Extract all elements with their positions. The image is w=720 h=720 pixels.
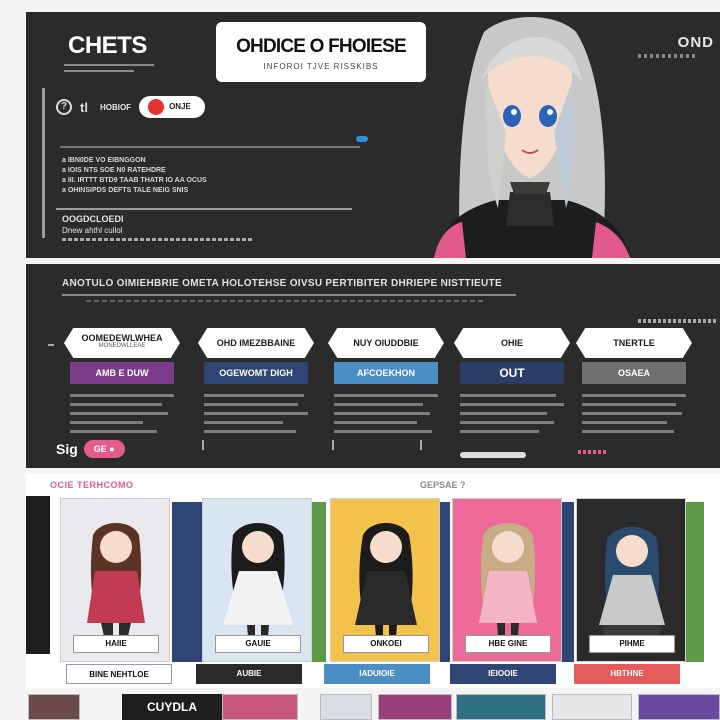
character-divider-band: [172, 502, 202, 662]
hero-text-lines: a IBN0DE VO EIBNGGON a IOIS NTS SOE N0 R…: [62, 156, 302, 196]
page: CHETS OHDICE O FHOIESE INFOROI TJVE RISS…: [0, 0, 720, 720]
character-name: HBE GINE: [465, 635, 551, 653]
option-chip[interactable]: AMB E DUW: [70, 362, 174, 384]
options-rail: [48, 344, 54, 346]
thumbnail[interactable]: [456, 694, 546, 720]
thumbnail-strip-label: CUYDLA: [122, 694, 222, 720]
thumbnail[interactable]: [320, 694, 372, 720]
character-card[interactable]: HBE GINE: [452, 498, 562, 662]
corner-label: OND: [677, 34, 714, 51]
badge-title: OHDICE O FHOIESE: [236, 36, 407, 57]
option-tab-label: OHIE: [500, 338, 523, 348]
thumbnail-strip: CUYDLA: [26, 694, 720, 720]
hero-line: a III. IRTTT BTD9 TAAB THATR IO AA OCUS: [62, 177, 207, 184]
option-tab-label: OHD IMEZBBAINE: [216, 338, 296, 348]
character-card[interactable]: ONKOEI: [330, 498, 440, 662]
hero-line: a IBN0DE VO EIBNGGON: [62, 157, 146, 164]
option-tab[interactable]: OHIE: [454, 328, 570, 358]
option-tab[interactable]: NUY OIUDDBIE: [328, 328, 444, 358]
slider-track: [60, 146, 360, 148]
option-tab[interactable]: TNERTLE: [576, 328, 692, 358]
character-card[interactable]: HAIIE: [60, 498, 170, 662]
option-body: [460, 394, 564, 433]
options-header: ANOTULO OIMIEHBRIE OMETA HOLOTEHSE OIVSU…: [62, 278, 502, 289]
hero-note-dots: [62, 238, 252, 241]
character-plate[interactable]: BINE NEHTLOE: [66, 664, 172, 684]
options-scrollbar[interactable]: [460, 452, 526, 458]
corner-dots: [638, 54, 698, 58]
option-body: [582, 394, 686, 433]
character-name: HAIIE: [73, 635, 159, 653]
character-plate[interactable]: IEIOOIE: [450, 664, 556, 684]
option-foot-tick: [420, 440, 422, 450]
option-chip[interactable]: OUT: [460, 362, 564, 384]
badge-subtitle: INFOROI TJVE RISSKIBS: [263, 62, 379, 71]
toggle-label: ONJE: [169, 102, 191, 111]
character-strip-title-2: GEPSAE ?: [420, 480, 466, 490]
hero-note-title: OOGDCLOEDI: [62, 214, 124, 224]
character-card[interactable]: GAUIE: [202, 498, 312, 662]
option-tab-sub: MONEDWLLEAE: [98, 343, 146, 349]
character-card[interactable]: PIHME: [576, 498, 686, 662]
hero-rail: [42, 88, 45, 238]
character-name: PIHME: [589, 635, 675, 653]
thumbnail[interactable]: [638, 694, 720, 720]
option-chip[interactable]: AFCOEKHON: [334, 362, 438, 384]
hero-slider[interactable]: [60, 132, 368, 148]
option-tab-label: TNERTLE: [613, 338, 655, 348]
option-card[interactable]: OOMEDEWLWHEA MONEDWLLEAE AMB E DUW: [64, 328, 180, 439]
character-strip: OCIE TERHCOMO GEPSAE ? HAIIE GAUIE ONKOE…: [26, 474, 720, 688]
slider-handle[interactable]: [356, 136, 368, 142]
option-card[interactable]: OHIE OUT: [454, 328, 570, 439]
option-foot-tick: [332, 440, 334, 450]
hero-note-sub: Dnew ahthl cullol: [62, 226, 123, 235]
option-body: [334, 394, 438, 433]
option-tab[interactable]: OOMEDEWLWHEA MONEDWLLEAE: [64, 328, 180, 358]
toggle-knob: [148, 99, 165, 115]
option-body: [70, 394, 174, 433]
hero-panel: CHETS OHDICE O FHOIESE INFOROI TJVE RISS…: [26, 12, 720, 258]
character-plate[interactable]: AUBIE: [196, 664, 302, 684]
title-badge[interactable]: OHDICE O FHOIESE INFOROI TJVE RISSKIBS: [216, 22, 426, 82]
hero-controls: ? tl HOBIOF ONJE: [56, 96, 206, 118]
character-portrait: [434, 17, 630, 258]
control-label: HOBIOF: [99, 102, 132, 112]
thumbnail[interactable]: [28, 694, 80, 720]
character-strip-title: OCIE TERHCOMO: [50, 480, 134, 490]
options-footer-label: Sig: [56, 441, 78, 457]
character-strip-side-bar: [26, 496, 50, 654]
hero-line: a IOIS NTS SOE N0 RATEHDRE: [62, 167, 166, 174]
option-chip[interactable]: OGEWOMT DIGH: [204, 362, 308, 384]
option-chip[interactable]: OSAEA: [582, 362, 686, 384]
option-tab-label: OOMEDEWLWHEA: [81, 333, 163, 343]
option-card[interactable]: TNERTLE OSAEA: [576, 328, 692, 439]
option-card[interactable]: OHD IMEZBBAINE OGEWOMT DIGH: [198, 328, 314, 439]
options-footer-pill[interactable]: GE ●: [83, 440, 125, 458]
character-name: GAUIE: [215, 635, 301, 653]
thumbnail[interactable]: [552, 694, 632, 720]
app-title: CHETS: [68, 32, 147, 59]
help-icon[interactable]: ?: [56, 99, 72, 115]
thumbnail[interactable]: [378, 694, 452, 720]
toggle-switch[interactable]: ONJE: [139, 96, 206, 118]
option-tab[interactable]: OHD IMEZBBAINE: [198, 328, 314, 358]
app-subtitle-lines: [64, 64, 164, 84]
character-name: ONKOEI: [343, 635, 429, 653]
control-glyph[interactable]: tl: [80, 100, 88, 115]
options-footer: Sig GE ●: [56, 440, 125, 458]
character-plate[interactable]: IADUIOIE: [324, 664, 430, 684]
options-panel: ANOTULO OIMIEHBRIE OMETA HOLOTEHSE OIVSU…: [26, 264, 720, 468]
option-tab-label: NUY OIUDDBIE: [353, 338, 419, 348]
options-corner-dots: [578, 450, 608, 454]
character-plate[interactable]: HBTHNE: [574, 664, 680, 684]
thumbnail[interactable]: [222, 694, 298, 720]
options-header-dots: [86, 300, 486, 302]
hero-divider: [56, 208, 352, 210]
options-right-note: [638, 319, 718, 323]
option-card[interactable]: NUY OIUDDBIE AFCOEKHON: [328, 328, 444, 439]
option-foot-tick: [202, 440, 204, 450]
options-header-line: [62, 294, 516, 296]
hero-line: a OHINSIPDS DEFTS TALE NEIG SNIS: [62, 187, 189, 194]
option-body: [204, 394, 308, 433]
